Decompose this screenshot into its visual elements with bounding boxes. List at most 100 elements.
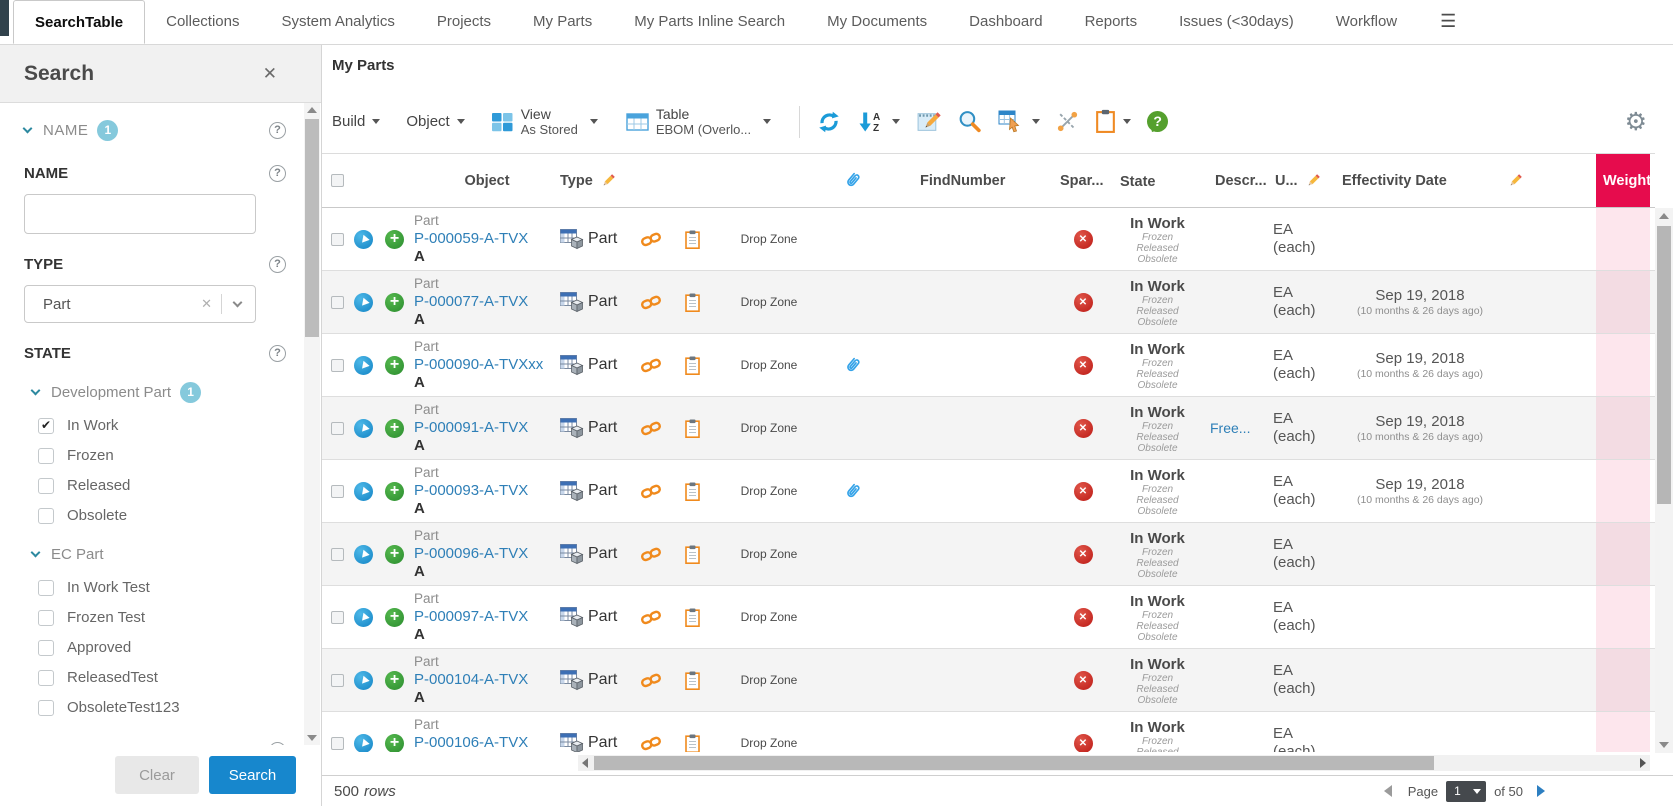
refresh-icon[interactable]: [816, 109, 842, 135]
tab-reports[interactable]: Reports: [1064, 0, 1159, 44]
tab-my-parts[interactable]: My Parts: [512, 0, 613, 44]
description-link[interactable]: Free...: [1210, 420, 1250, 436]
select-table-icon[interactable]: [998, 109, 1040, 134]
search-button[interactable]: Search: [209, 756, 296, 794]
hamburger-menu-icon[interactable]: ☰: [1432, 0, 1464, 44]
edit-pencil-icon[interactable]: [601, 173, 616, 188]
state-group-development-part[interactable]: Development Part 1: [32, 380, 304, 404]
tab-workflow[interactable]: Workflow: [1315, 0, 1418, 44]
drop-zone[interactable]: Drop Zone: [741, 673, 798, 687]
clipboard-icon[interactable]: [685, 419, 700, 438]
clipboard-icon[interactable]: [685, 608, 700, 627]
link-icon[interactable]: [640, 294, 662, 311]
row-checkbox[interactable]: [331, 611, 344, 624]
link-icon[interactable]: [640, 546, 662, 563]
drop-zone[interactable]: Drop Zone: [741, 547, 798, 561]
paperclip-icon[interactable]: [844, 356, 861, 375]
row-checkbox[interactable]: [331, 548, 344, 561]
scrollbar-thumb[interactable]: [1657, 226, 1671, 504]
navigate-structure-icon[interactable]: [354, 734, 373, 753]
tab-my-parts-inline-search[interactable]: My Parts Inline Search: [613, 0, 806, 44]
row-checkbox[interactable]: [331, 674, 344, 687]
column-header-object[interactable]: Object: [464, 173, 509, 189]
add-icon[interactable]: +: [385, 608, 404, 627]
column-header-weight[interactable]: Weight: [1603, 173, 1650, 189]
part-number-link[interactable]: P-000093-A-TVX: [414, 481, 528, 500]
name-input[interactable]: [24, 194, 256, 234]
drop-zone[interactable]: Drop Zone: [741, 421, 798, 435]
search-icon[interactable]: [957, 109, 982, 134]
sort-icon[interactable]: AZ: [858, 110, 900, 134]
column-header-state[interactable]: State: [1120, 174, 1155, 190]
tab-system-analytics[interactable]: System Analytics: [260, 0, 415, 44]
state-option-obsolete[interactable]: ✔ Obsolete: [38, 507, 304, 524]
part-number-link[interactable]: P-000090-A-TVXxx: [414, 355, 543, 374]
select-all-checkbox[interactable]: [331, 174, 344, 187]
clipboard-icon[interactable]: [685, 482, 700, 501]
add-icon[interactable]: +: [385, 482, 404, 501]
grid-horizontal-scrollbar[interactable]: [578, 755, 1650, 771]
tab-projects[interactable]: Projects: [416, 0, 512, 44]
navigate-structure-icon[interactable]: [354, 356, 373, 375]
add-icon[interactable]: +: [385, 734, 404, 753]
state-group-ec-part[interactable]: EC Part: [32, 542, 304, 566]
next-page-icon[interactable]: [1537, 785, 1545, 797]
drop-zone[interactable]: Drop Zone: [741, 484, 798, 498]
scroll-right-icon[interactable]: [1640, 758, 1646, 768]
scroll-down-icon[interactable]: [307, 735, 317, 741]
chevron-down-icon[interactable]: [31, 548, 41, 558]
scroll-up-icon[interactable]: [307, 107, 317, 113]
clipboard-icon[interactable]: [1095, 109, 1131, 134]
help-icon[interactable]: ?: [269, 256, 286, 273]
row-checkbox[interactable]: [331, 233, 344, 246]
page-select[interactable]: 1: [1446, 781, 1486, 802]
clipboard-icon[interactable]: [685, 230, 700, 249]
tab-searchtable[interactable]: SearchTable: [13, 0, 145, 44]
part-number-link[interactable]: P-000104-A-TVX: [414, 670, 528, 689]
navigate-structure-icon[interactable]: [354, 608, 373, 627]
drop-zone[interactable]: Drop Zone: [741, 358, 798, 372]
chevron-down-icon[interactable]: [23, 124, 33, 134]
row-checkbox[interactable]: [331, 296, 344, 309]
clipboard-icon[interactable]: [685, 356, 700, 375]
paperclip-icon[interactable]: [844, 171, 861, 190]
clear-button[interactable]: Clear: [115, 756, 199, 794]
add-icon[interactable]: +: [385, 356, 404, 375]
chevron-down-icon[interactable]: [233, 298, 243, 308]
add-icon[interactable]: +: [385, 230, 404, 249]
state-option-frozen[interactable]: ✔ Frozen: [38, 447, 304, 464]
scroll-left-icon[interactable]: [582, 758, 588, 768]
column-header-unit[interactable]: U...: [1275, 173, 1298, 189]
clipboard-icon[interactable]: [685, 734, 700, 753]
link-icon[interactable]: [640, 231, 662, 248]
column-header-spare[interactable]: Spar...: [1060, 173, 1104, 189]
clipboard-icon[interactable]: [685, 671, 700, 690]
type-select[interactable]: Part ✕: [24, 285, 256, 323]
tab-collections[interactable]: Collections: [145, 0, 260, 44]
part-number-link[interactable]: P-000091-A-TVX: [414, 418, 528, 437]
disconnect-icon[interactable]: [1056, 110, 1079, 133]
state-option-releasedtest[interactable]: ✔ ReleasedTest: [38, 669, 304, 686]
drop-zone[interactable]: Drop Zone: [741, 736, 798, 750]
navigate-structure-icon[interactable]: [354, 545, 373, 564]
state-option-in-work-test[interactable]: ✔ In Work Test: [38, 579, 304, 596]
scrollbar-thumb[interactable]: [594, 756, 1434, 770]
help-icon[interactable]: ?: [1147, 111, 1168, 132]
link-icon[interactable]: [640, 609, 662, 626]
help-icon[interactable]: ?: [269, 345, 286, 362]
build-menu[interactable]: Build: [332, 113, 380, 130]
add-icon[interactable]: +: [385, 671, 404, 690]
row-checkbox[interactable]: [331, 422, 344, 435]
help-icon[interactable]: ?: [269, 165, 286, 182]
chevron-down-icon[interactable]: [31, 386, 41, 396]
link-icon[interactable]: [640, 483, 662, 500]
state-option-approved[interactable]: ✔ Approved: [38, 639, 304, 656]
link-icon[interactable]: [640, 735, 662, 752]
column-header-type[interactable]: Type: [560, 173, 593, 189]
clipboard-icon[interactable]: [685, 545, 700, 564]
state-option-released[interactable]: ✔ Released: [38, 477, 304, 494]
column-header-effectivity-date[interactable]: Effectivity Date: [1342, 173, 1447, 189]
navigate-structure-icon[interactable]: [354, 293, 373, 312]
settings-gear-icon[interactable]: ⚙: [1625, 110, 1647, 134]
clipboard-icon[interactable]: [685, 293, 700, 312]
